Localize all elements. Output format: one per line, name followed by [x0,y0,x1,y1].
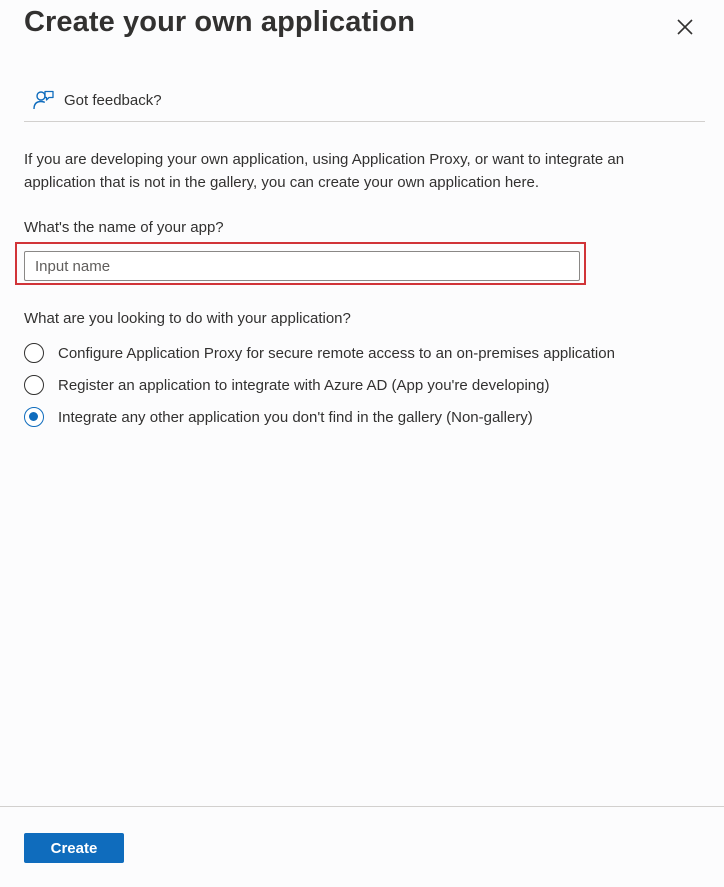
create-app-panel: Create your own application Got feedback… [0,0,724,887]
radio-option-register-app[interactable]: Register an application to integrate wit… [24,373,549,397]
radio-label-register-app: Register an application to integrate wit… [58,376,550,394]
description-text: If you are developing your own applicati… [24,151,625,191]
radio-label-non-gallery: Integrate any other application you don'… [58,408,533,426]
create-button[interactable]: Create [24,833,124,863]
purpose-question: What are you looking to do with your app… [24,310,351,327]
radio-button-register-app[interactable] [24,375,44,395]
app-name-label: What's the name of your app? [24,219,224,236]
app-name-input[interactable] [24,251,580,281]
footer-divider [0,806,724,807]
radio-option-app-proxy[interactable]: Configure Application Proxy for secure r… [24,341,615,365]
radio-option-non-gallery[interactable]: Integrate any other application you don'… [24,405,533,429]
close-icon [677,19,693,35]
header-divider [24,121,705,122]
radio-label-app-proxy: Configure Application Proxy for secure r… [58,344,615,362]
feedback-label: Got feedback? [64,91,162,109]
panel-title: Create your own application [24,6,416,38]
radio-button-app-proxy[interactable] [24,343,44,363]
feedback-person-icon [32,89,54,111]
feedback-link[interactable]: Got feedback? [32,88,162,112]
radio-button-non-gallery[interactable] [24,407,44,427]
close-button[interactable] [674,16,696,38]
